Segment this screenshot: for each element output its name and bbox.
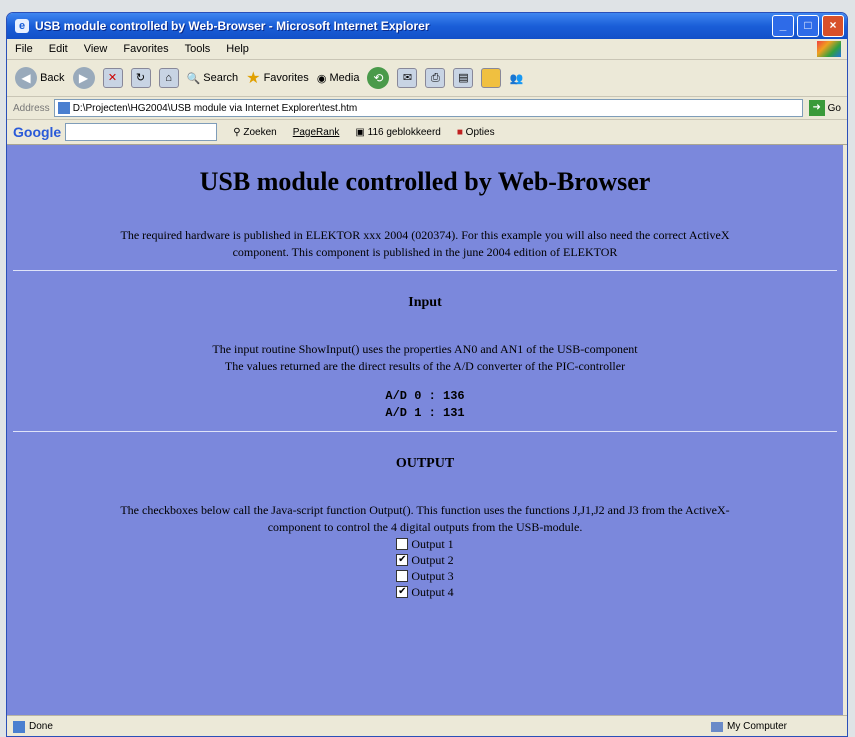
page-icon <box>57 102 70 114</box>
address-value: D:\Projecten\HG2004\USB module via Inter… <box>72 102 358 114</box>
browser-window: e USB module controlled by Web-Browser -… <box>6 12 848 737</box>
output-heading: OUTPUT <box>395 456 455 471</box>
menu-favorites[interactable]: Favorites <box>123 43 168 55</box>
print-button[interactable]: ⎙ <box>425 68 446 88</box>
output-1-checkbox[interactable] <box>396 538 409 550</box>
address-label: Address <box>13 102 50 114</box>
history-icon: ⟲ <box>367 67 390 89</box>
options-icon: ■ <box>456 126 463 138</box>
output-4-row: ✔ Output 4 <box>396 584 454 599</box>
address-input[interactable]: D:\Projecten\HG2004\USB module via Inter… <box>53 99 803 117</box>
output-1-row: Output 1 <box>396 536 454 552</box>
output-2-checkbox[interactable]: ✔ <box>396 554 409 566</box>
edit-icon: ▤ <box>453 68 474 88</box>
page-title: USB module controlled by Web-Browser <box>199 167 651 196</box>
intro-text-line2: component. This component is published i… <box>232 245 618 259</box>
title-bar: e USB module controlled by Web-Browser -… <box>7 13 847 39</box>
google-toolbar: Google ⚲ Zoeken PageRank ▣ 116 geblokkee… <box>7 120 847 145</box>
media-button[interactable]: ◉ Media <box>317 72 360 85</box>
menu-tools[interactable]: Tools <box>185 43 211 55</box>
ie-logo-icon: e <box>15 19 29 33</box>
output-checkbox-list: Output 1 ✔ Output 2 Output 3 ✔ Output 4 <box>396 536 454 600</box>
minimize-button[interactable]: _ <box>772 15 794 37</box>
mail-icon: ✉ <box>397 68 418 88</box>
options-button[interactable]: ■ Opties <box>457 127 495 138</box>
divider <box>13 270 837 271</box>
back-button[interactable]: ◀ Back <box>15 67 65 89</box>
favorites-button[interactable]: ★ Favorites <box>246 68 309 88</box>
output-2-row: ✔ Output 2 <box>396 552 454 567</box>
ad1-readout: A/D 1 : 131 <box>385 406 465 420</box>
security-zone: My Computer <box>710 721 787 732</box>
output-3-checkbox[interactable] <box>396 570 409 582</box>
address-bar: Address D:\Projecten\HG2004\USB module v… <box>7 97 847 120</box>
home-icon: ⌂ <box>158 68 179 88</box>
output-4-checkbox[interactable]: ✔ <box>396 586 409 598</box>
input-text-line2: The values returned are the direct resul… <box>224 359 626 373</box>
back-arrow-icon: ◀ <box>15 67 37 89</box>
close-button[interactable]: × <box>822 15 844 37</box>
search-icon: 🔍 <box>186 72 201 85</box>
home-button[interactable]: ⌂ <box>158 68 179 88</box>
stop-icon: ✕ <box>102 68 123 88</box>
ad0-readout: A/D 0 : 136 <box>385 389 465 403</box>
folder-icon <box>481 68 502 88</box>
page-content: USB module controlled by Web-Browser The… <box>7 145 843 715</box>
pagerank-indicator[interactable]: PageRank <box>293 127 340 138</box>
search-button[interactable]: 🔍 Search <box>187 72 239 85</box>
input-text-line1: The input routine ShowInput() uses the p… <box>212 342 638 356</box>
binoculars-icon: ⚲ <box>233 126 241 138</box>
media-icon: ◉ <box>316 72 327 85</box>
menu-view[interactable]: View <box>84 43 108 55</box>
popup-blocker-icon: ▣ <box>355 126 365 138</box>
messenger-button[interactable]: 👥 <box>509 72 523 85</box>
refresh-icon: ↻ <box>130 68 151 88</box>
messenger-icon: 👥 <box>509 72 524 85</box>
status-done: Done <box>13 720 53 733</box>
computer-icon <box>710 721 723 732</box>
toolbar: ◀ Back ▶ ✕ ↻ ⌂ 🔍 Search ★ Favorites ◉ Me… <box>7 60 847 97</box>
google-logo[interactable]: Google <box>13 124 61 140</box>
print-icon: ⎙ <box>425 68 446 88</box>
menu-edit[interactable]: Edit <box>49 43 68 55</box>
menu-help[interactable]: Help <box>226 43 249 55</box>
maximize-button[interactable]: □ <box>797 15 819 37</box>
output-text-line2: component to control the 4 digital outpu… <box>267 520 583 534</box>
page-icon <box>13 720 25 733</box>
menu-file[interactable]: File <box>15 43 33 55</box>
window-title: USB module controlled by Web-Browser - M… <box>35 19 430 33</box>
output-3-row: Output 3 <box>396 568 454 584</box>
output-text-line1: The checkboxes below call the Java-scrip… <box>120 503 730 517</box>
forward-button[interactable]: ▶ <box>72 67 95 89</box>
input-heading: Input <box>408 295 442 310</box>
popup-blocker[interactable]: ▣ 116 geblokkeerd <box>355 127 440 138</box>
windows-flag-icon <box>817 41 841 57</box>
google-search-input[interactable] <box>65 123 218 141</box>
google-search-button[interactable]: ⚲ Zoeken <box>233 127 276 138</box>
status-bar: Done My Computer <box>7 715 847 736</box>
go-button[interactable]: ➜ Go <box>808 100 841 116</box>
divider <box>13 431 837 432</box>
edit-button[interactable]: ▤ <box>453 68 474 88</box>
history-button[interactable]: ⟲ <box>367 67 390 89</box>
refresh-button[interactable]: ↻ <box>130 68 151 88</box>
folder-button[interactable] <box>481 68 502 88</box>
mail-button[interactable]: ✉ <box>397 68 418 88</box>
forward-arrow-icon: ▶ <box>72 67 95 89</box>
intro-text-line1: The required hardware is published in EL… <box>120 228 730 242</box>
go-arrow-icon: ➜ <box>808 100 825 116</box>
menu-bar: File Edit View Favorites Tools Help <box>7 39 847 60</box>
stop-button[interactable]: ✕ <box>102 68 123 88</box>
favorites-star-icon: ★ <box>246 70 261 87</box>
